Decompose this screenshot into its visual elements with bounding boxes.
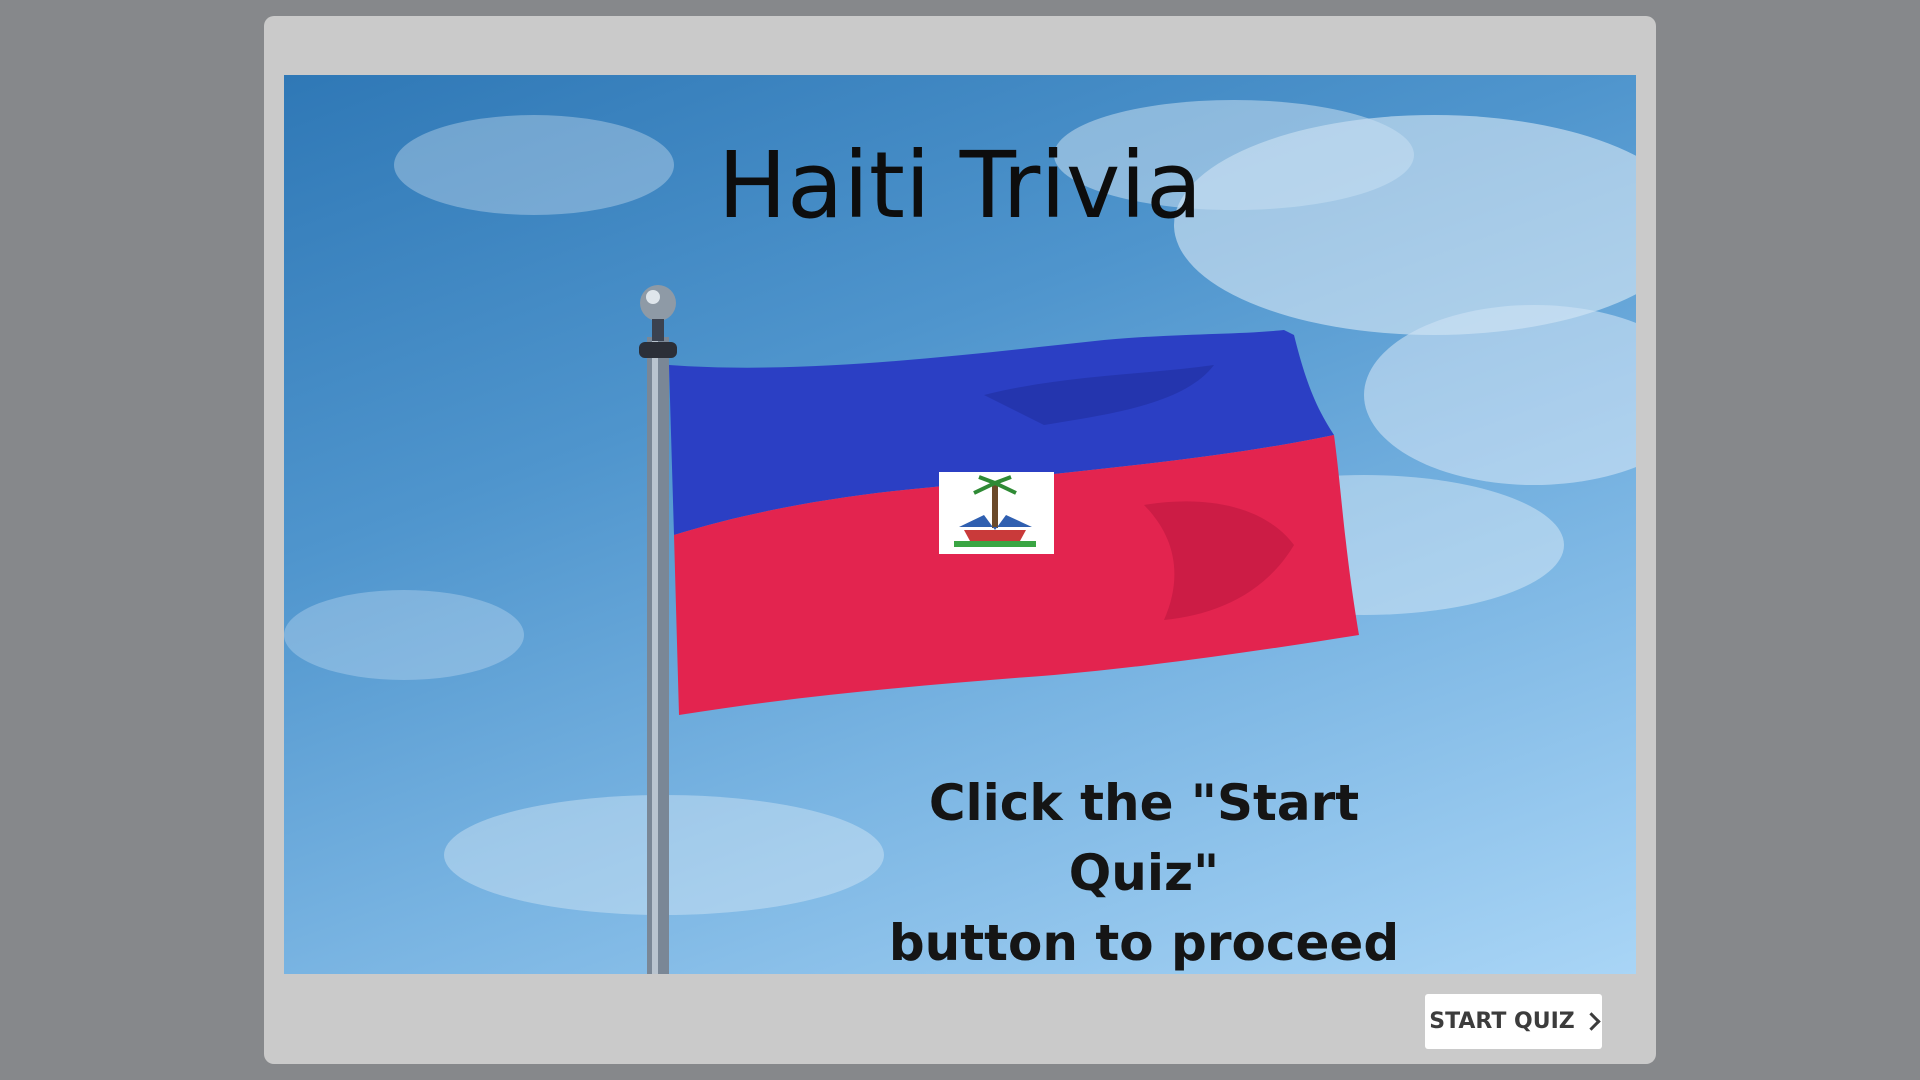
instructions-line-1: Click the "Start Quiz" <box>928 774 1360 902</box>
chevron-right-icon <box>1582 1012 1601 1031</box>
page-title: Haiti Trivia <box>717 132 1203 239</box>
flagpole-finial <box>640 285 676 321</box>
instructions-line-2: button to proceed <box>888 914 1400 972</box>
quiz-frame: Haiti Trivia Click the "Start Quiz" butt… <box>264 16 1656 1064</box>
title-slide: Haiti Trivia Click the "Start Quiz" butt… <box>284 75 1636 974</box>
start-quiz-button[interactable]: START QUIZ <box>1425 994 1602 1049</box>
coat-of-arms <box>939 472 1054 554</box>
start-quiz-label: START QUIZ <box>1429 1009 1575 1034</box>
instructions-text: Click the "Start Quiz" button to proceed <box>884 768 1404 974</box>
